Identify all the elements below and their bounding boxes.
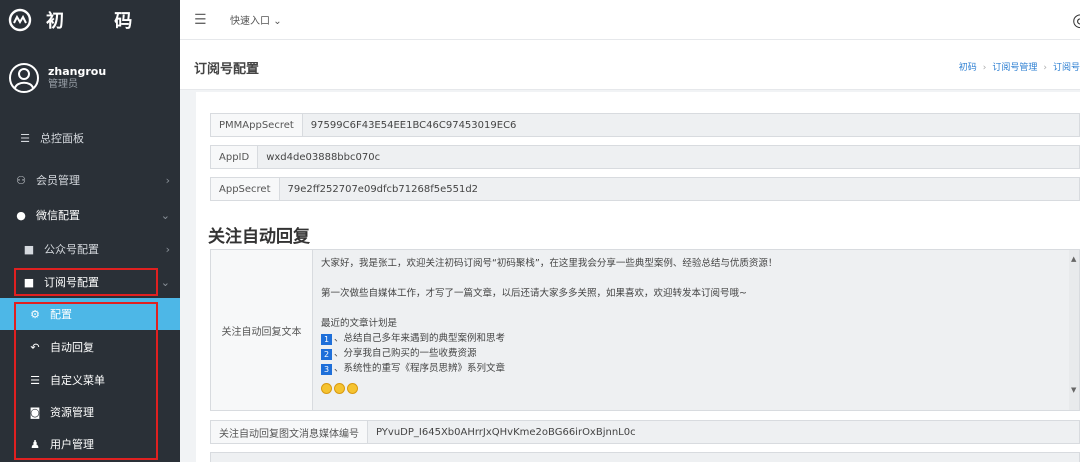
breadcrumb-item[interactable]: 初码	[959, 63, 977, 73]
chevron-right-icon: ›	[165, 173, 170, 187]
quick-entry-label: 快速入口	[230, 16, 270, 27]
logo-icon[interactable]: ◎	[1072, 10, 1080, 31]
breadcrumb-separator: ›	[1043, 63, 1047, 73]
wechat-icon: ●	[16, 208, 26, 222]
content-panel: PMMAppSecret 97599C6F43E54EE1BC46C974530…	[196, 92, 1080, 462]
field-value[interactable]: 79e2ff252707e09dfcb71268f5e551d2	[280, 178, 487, 200]
number-badge: 3	[321, 364, 332, 375]
logo-icon	[8, 8, 32, 32]
chevron-down-icon: ⌄	[160, 208, 170, 222]
plan-text: 、总结自己多年来遇到的典型案例和思考	[334, 333, 506, 344]
field-appid: AppID wxd4de03888bbc070c	[210, 145, 1080, 169]
field-label: AppID	[211, 146, 259, 168]
plan-item: 3 、系统性的重写《程序员思辨》系列文章	[321, 361, 1071, 376]
reply-line: 大家好，我是张工，欢迎关注初码订阅号“初码聚栈”，在这里我会分享一些典型案例、经…	[321, 258, 778, 269]
scrollbar[interactable]: ▲ ▼	[1069, 250, 1079, 410]
emoji-row	[321, 382, 1071, 397]
scroll-up-icon[interactable]: ▲	[1071, 252, 1076, 267]
reply-line: 最近的文章计划是	[321, 318, 398, 329]
field-value[interactable]: PYvuDP_I645Xb0AHrrJxQHvKme2oBG66irOxBjnn…	[368, 421, 644, 443]
highlight-box	[14, 302, 158, 460]
dashboard-icon: ☰	[20, 131, 30, 145]
breadcrumb-item[interactable]: 订阅号管理	[992, 63, 1037, 73]
field-label: PMMAppSecret	[211, 114, 303, 136]
number-badge: 2	[321, 349, 332, 360]
hamburger-icon[interactable]: ☰	[194, 12, 207, 28]
sidebar-item-dashboard[interactable]: ☰ 总控面板	[0, 122, 180, 154]
field-pmmappsecret: PMMAppSecret 97599C6F43E54EE1BC46C974530…	[210, 113, 1080, 137]
chevron-right-icon: ›	[165, 242, 170, 256]
smile-emoji-icon	[321, 383, 332, 394]
field-media-id: 关注自动回复图文消息媒体编号 PYvuDP_I645Xb0AHrrJxQHvKm…	[210, 420, 1080, 444]
plan-item: 2 、分享我自己购买的一些收费资源	[321, 346, 1071, 361]
quick-entry-dropdown[interactable]: 快速入口 ⌄	[230, 12, 282, 27]
brand-title: 初 码	[46, 11, 155, 32]
field-label: AppSecret	[211, 178, 280, 200]
sidebar-item-label: 总控面板	[40, 132, 84, 145]
scroll-down-icon[interactable]: ▼	[1071, 383, 1076, 398]
field-label: 关注自动回复文本	[211, 250, 313, 410]
field-value[interactable]: wxd4de03888bbc070c	[258, 146, 388, 168]
user-name: zhangrou	[48, 65, 107, 78]
auto-reply-textarea[interactable]: 大家好，我是张工，欢迎关注初码订阅号“初码聚栈”，在这里我会分享一些典型案例、经…	[313, 250, 1079, 410]
chevron-down-icon: ⌄	[160, 275, 170, 289]
reply-line: 第一次做些自媒体工作，才写了一篇文章，以后还请大家多多关照，如果喜欢，欢迎转发本…	[321, 288, 747, 299]
field-label: 关注自动回复图文消息媒体编号	[211, 421, 368, 443]
avatar-icon	[9, 63, 39, 93]
sidebar-item-label: 会员管理	[36, 174, 80, 187]
smile-emoji-icon	[334, 383, 345, 394]
field-value[interactable]: 97599C6F43E54EE1BC46C97453019EC6	[303, 114, 525, 136]
breadcrumb-separator: ›	[982, 63, 987, 73]
sidebar-item-official-account[interactable]: ■ 公众号配置 ›	[0, 233, 180, 265]
sidebar-item-label: 公众号配置	[44, 243, 99, 256]
field-appsecret: AppSecret 79e2ff252707e09dfcb71268f5e551…	[210, 177, 1080, 201]
square-icon: ■	[23, 242, 35, 256]
number-badge: 1	[321, 334, 332, 345]
members-icon: ⚇	[16, 173, 26, 187]
auto-reply-text-field: 关注自动回复文本 大家好，我是张工，欢迎关注初码订阅号“初码聚栈”，在这里我会分…	[210, 249, 1080, 411]
sidebar-item-wechat[interactable]: ● 微信配置 ⌄	[0, 199, 180, 231]
plan-text: 、分享我自己购买的一些收费资源	[334, 348, 477, 359]
page-title: 订阅号配置	[194, 62, 260, 77]
sidebar: 初 码 zhangrou 管理员 ☰ 总控面板 ⚇ 会员管理 › ● 微信配置 …	[0, 0, 180, 462]
sidebar-item-members[interactable]: ⚇ 会员管理 ›	[0, 164, 180, 196]
plan-text: 、系统性的重写《程序员思辨》系列文章	[334, 363, 506, 374]
brand[interactable]: 初 码	[0, 0, 180, 40]
breadcrumb-item[interactable]: 订阅号	[1053, 63, 1080, 73]
field-partial	[210, 452, 1080, 462]
highlight-box	[14, 268, 158, 296]
page-header: 订阅号配置 初码 › 订阅号管理 › 订阅号	[180, 40, 1080, 90]
plan-item: 1 、总结自己多年来遇到的典型案例和思考	[321, 331, 1071, 346]
smile-emoji-icon	[347, 383, 358, 394]
top-bar: ☰ 快速入口 ⌄ ◎	[180, 0, 1080, 40]
chevron-down-icon: ⌄	[273, 16, 282, 27]
user-panel[interactable]: zhangrou 管理员	[8, 62, 106, 94]
sidebar-item-label: 微信配置	[36, 209, 80, 222]
user-role: 管理员	[48, 79, 78, 90]
breadcrumb: 初码 › 订阅号管理 › 订阅号	[959, 60, 1080, 73]
section-title: 关注自动回复	[208, 227, 310, 247]
